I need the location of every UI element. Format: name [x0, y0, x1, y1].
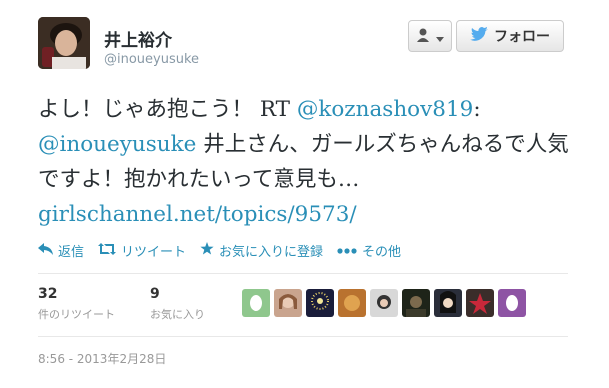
- avatar[interactable]: [402, 289, 430, 317]
- user-screen-name[interactable]: @inoueyusuke: [104, 52, 199, 67]
- follow-label: フォロー: [494, 29, 550, 45]
- favorite-label: お気に入りに登録: [219, 245, 324, 260]
- user-actions-button[interactable]: [408, 20, 452, 52]
- avatar[interactable]: [242, 289, 270, 317]
- follow-button[interactable]: フォロー: [456, 20, 564, 52]
- retweet-icon: [98, 242, 117, 259]
- more-action[interactable]: その他: [337, 241, 401, 260]
- tweet-text: よし！じゃあ抱こう！ RT @koznashov819: @inoueyusuk…: [38, 92, 578, 232]
- tweet-timestamp[interactable]: 8:56 - 2013年2月28日: [38, 350, 166, 367]
- mention-link[interactable]: @inoueyusuke: [38, 132, 196, 157]
- url-link[interactable]: girlschannel.net/topics/9573/: [38, 202, 357, 227]
- retweet-count: 32: [38, 286, 58, 302]
- avatar[interactable]: [466, 289, 494, 317]
- reply-action[interactable]: 返信: [38, 241, 84, 260]
- avatar[interactable]: [370, 289, 398, 317]
- retweet-count-label: 件のリツイート: [38, 308, 115, 321]
- caret-down-icon: [435, 27, 444, 46]
- avatar[interactable]: [338, 289, 366, 317]
- tweet-text-part: よし！じゃあ抱こう！ RT: [38, 97, 297, 122]
- favoriter-avatars: [242, 289, 526, 317]
- tweet-text-part: :: [473, 97, 481, 122]
- more-label: その他: [362, 245, 402, 260]
- tweet-actions: 返信 リツイート お気に入りに登録 その他: [38, 241, 401, 260]
- favorite-count: 9: [150, 286, 160, 302]
- reply-icon: [38, 242, 53, 259]
- user-full-name[interactable]: 井上裕介: [104, 26, 172, 51]
- avatar[interactable]: [434, 289, 462, 317]
- avatar[interactable]: [274, 289, 302, 317]
- favorite-count-label: お気に入り: [150, 308, 205, 321]
- user-icon: [416, 27, 433, 46]
- avatar[interactable]: [498, 289, 526, 317]
- star-icon: [200, 242, 214, 259]
- reply-label: 返信: [58, 245, 85, 260]
- more-dots-icon: [337, 243, 357, 258]
- divider: [38, 336, 568, 337]
- mention-link[interactable]: @koznashov819: [297, 97, 473, 122]
- favorite-action[interactable]: お気に入りに登録: [200, 241, 323, 260]
- retweet-label: リツイート: [121, 245, 187, 260]
- favorite-count-stat[interactable]: 9 お気に入り: [150, 286, 205, 322]
- twitter-bird-icon: [470, 27, 488, 45]
- user-avatar[interactable]: [38, 17, 90, 69]
- avatar[interactable]: [306, 289, 334, 317]
- retweet-action[interactable]: リツイート: [98, 241, 186, 260]
- divider: [38, 273, 568, 274]
- retweet-count-stat[interactable]: 32 件のリツイート: [38, 286, 115, 322]
